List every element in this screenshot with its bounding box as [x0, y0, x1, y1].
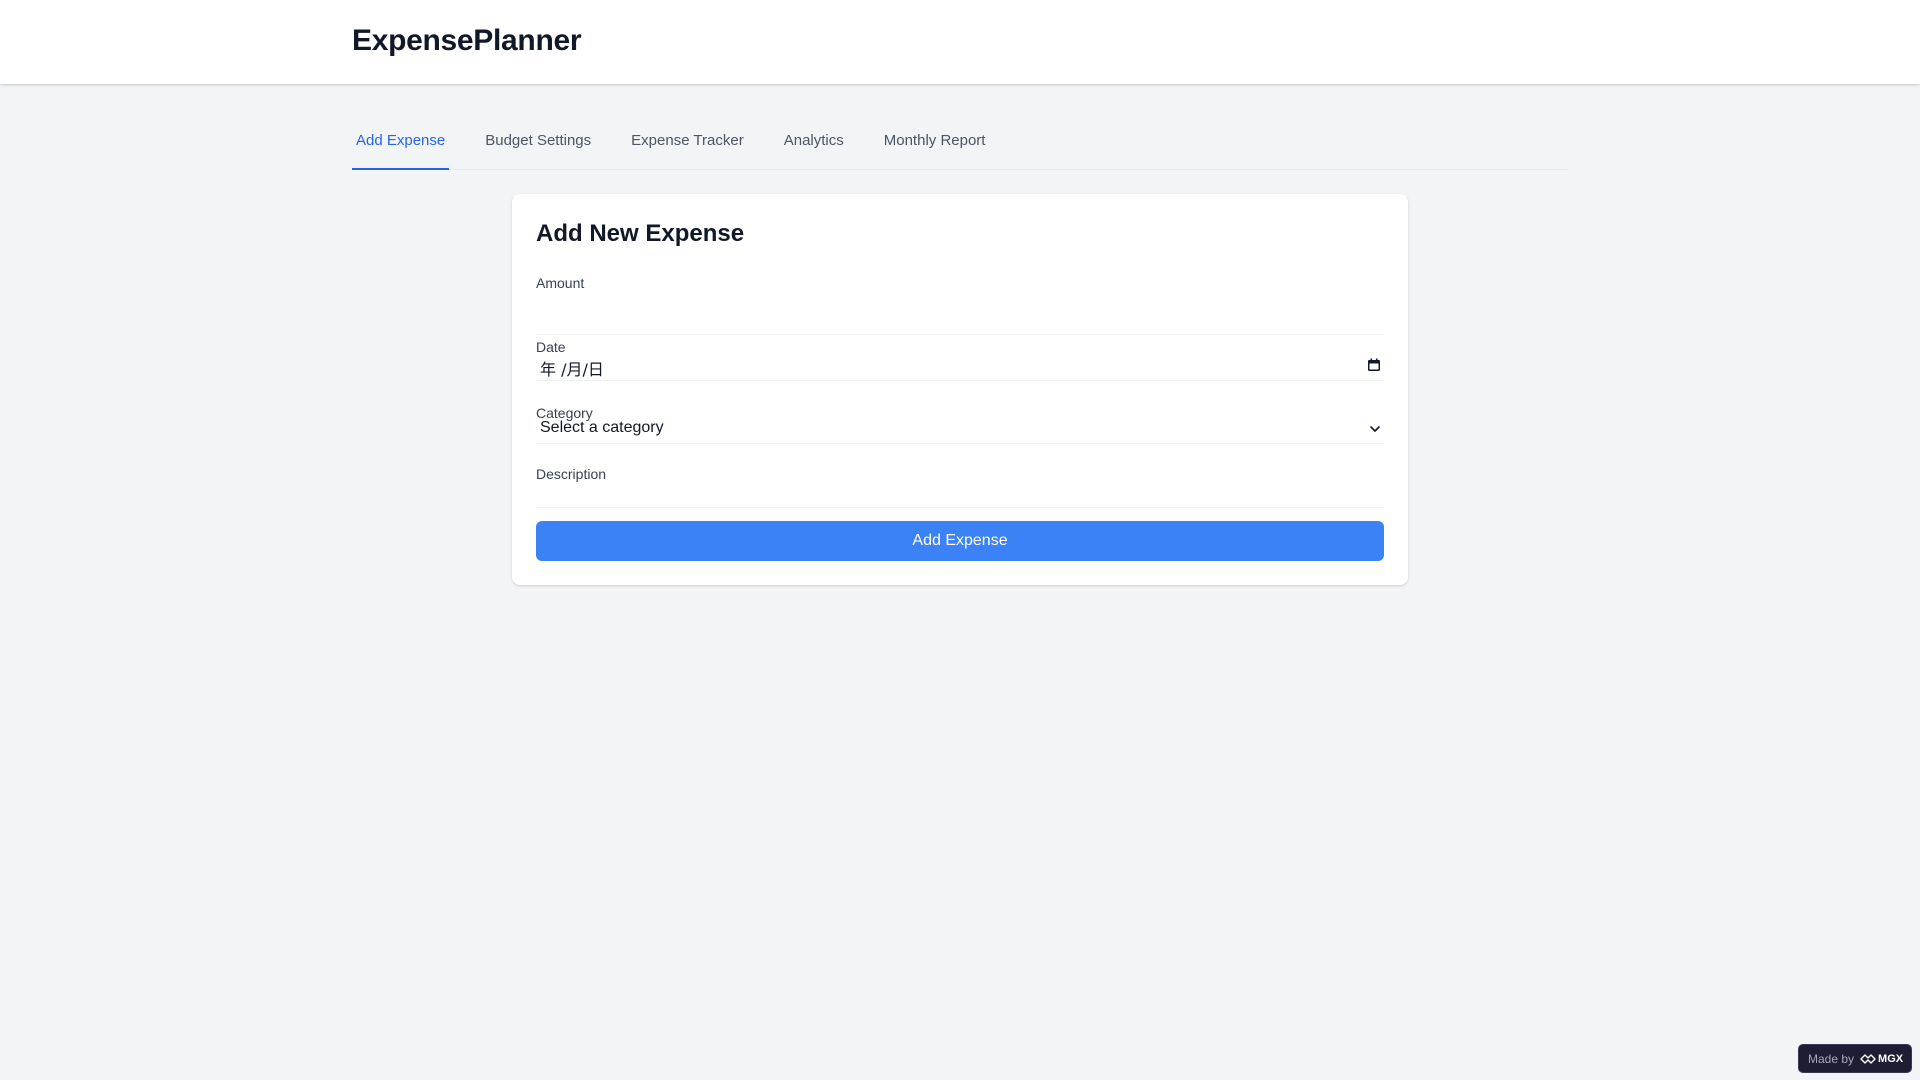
- category-selected: Select a category: [540, 419, 664, 436]
- chevron-down-icon: [1370, 426, 1380, 432]
- badge-brand: MGX: [1878, 1052, 1904, 1065]
- app-header: ExpensePlanner: [0, 0, 1920, 84]
- date-value: 年 /月/日: [540, 360, 604, 379]
- tab-expense-tracker[interactable]: Expense Tracker: [627, 122, 748, 170]
- add-expense-button[interactable]: Add Expense: [536, 521, 1384, 561]
- date-input[interactable]: 年 /月/日: [536, 351, 1384, 381]
- category-select[interactable]: Select a category: [536, 414, 1384, 444]
- calendar-icon[interactable]: [1366, 357, 1382, 373]
- tab-bar: Add Expense Budget Settings Expense Trac…: [352, 122, 1568, 170]
- tab-add-expense[interactable]: Add Expense: [352, 122, 450, 170]
- tab-analytics[interactable]: Analytics: [780, 122, 848, 170]
- tab-budget-settings[interactable]: Budget Settings: [481, 122, 595, 170]
- form-title: Add New Expense: [536, 220, 745, 247]
- mgx-logo-icon: [1860, 1053, 1876, 1064]
- app-title: ExpensePlanner: [352, 24, 582, 57]
- amount-input[interactable]: [536, 315, 1384, 335]
- tab-monthly-report[interactable]: Monthly Report: [880, 122, 990, 170]
- description-input[interactable]: [536, 478, 1384, 508]
- add-expense-card: Add New Expense Amount Date 年 /月/日 Categ…: [512, 194, 1408, 585]
- made-by-badge[interactable]: Made by MGX: [1798, 1044, 1912, 1073]
- amount-label: Amount: [536, 275, 585, 291]
- badge-prefix: Made by: [1808, 1051, 1855, 1066]
